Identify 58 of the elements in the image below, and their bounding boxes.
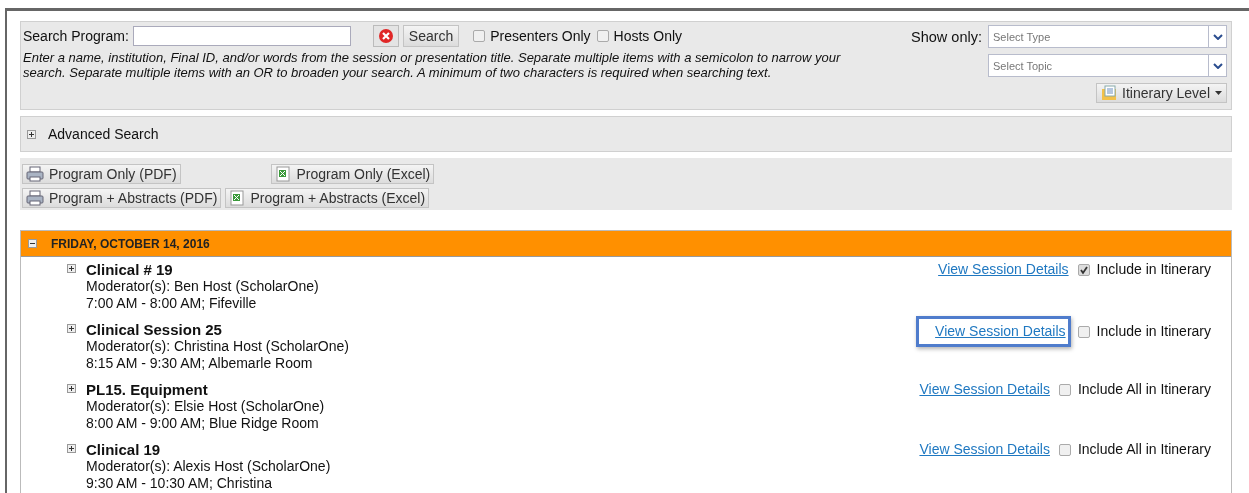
checkbox[interactable] bbox=[1077, 325, 1090, 338]
search-button[interactable]: Search bbox=[402, 25, 460, 47]
chevron-down-icon bbox=[1212, 33, 1223, 40]
checkbox[interactable] bbox=[1058, 443, 1071, 456]
expand-icon[interactable] bbox=[67, 264, 76, 273]
printer-icon bbox=[26, 189, 44, 206]
view-details-link[interactable]: View Session Details bbox=[916, 316, 1071, 347]
spreadsheet-icon bbox=[275, 166, 292, 182]
include-label: Include All in Itinerary bbox=[1077, 441, 1211, 458]
search-field[interactable] bbox=[132, 26, 351, 46]
checkbox[interactable] bbox=[596, 30, 609, 42]
session-time: 8:00 AM - 9:00 AM; Blue Ridge Room bbox=[86, 415, 320, 432]
expand-icon[interactable] bbox=[27, 129, 36, 139]
clear-icon bbox=[377, 28, 394, 44]
advanced-search-label[interactable]: Advanced Search bbox=[48, 126, 159, 142]
expand-icon[interactable] bbox=[67, 324, 76, 333]
expand-icon[interactable] bbox=[67, 384, 76, 393]
select-field[interactable]: Select Topic bbox=[988, 54, 1227, 77]
expand-icon[interactable] bbox=[67, 444, 76, 453]
export-button[interactable]: Program Only (PDF) bbox=[22, 164, 181, 184]
show-only-label: Show only: bbox=[911, 28, 982, 45]
session-moderators: Moderator(s): Alexis Host (ScholarOne) bbox=[86, 458, 332, 475]
include-label: Include All in Itinerary bbox=[1077, 381, 1211, 398]
export-button[interactable]: Program Only (Excel) bbox=[271, 164, 435, 184]
view-details-link[interactable]: View Session Details bbox=[936, 261, 1071, 278]
itinerary-level-button[interactable]: Itinerary Level bbox=[1096, 83, 1227, 103]
session-time: 7:00 AM - 8:00 AM; Fifeville bbox=[86, 295, 258, 312]
session-title: Clinical Session 25 bbox=[86, 321, 223, 338]
day-title: FRIDAY, OCTOBER 14, 2016 bbox=[51, 236, 210, 251]
collapse-icon[interactable] bbox=[28, 239, 37, 248]
session-time: 9:30 AM - 10:30 AM; Christina bbox=[86, 475, 273, 492]
view-details-link[interactable]: View Session Details bbox=[917, 381, 1052, 398]
select-field[interactable]: Select Type bbox=[988, 25, 1227, 48]
spreadsheet-icon bbox=[229, 189, 246, 206]
checkbox[interactable] bbox=[473, 30, 486, 42]
folder-icon bbox=[1101, 85, 1118, 101]
printer-icon bbox=[26, 166, 44, 182]
session-title: PL15. Equipment bbox=[86, 381, 209, 398]
caret-icon bbox=[1215, 91, 1222, 95]
export-button[interactable]: Program + Abstracts (Excel) bbox=[225, 187, 430, 208]
session-time: 8:15 AM - 9:30 AM; Albemarle Room bbox=[86, 355, 314, 372]
session-title: Clinical 19 bbox=[86, 441, 162, 458]
include-label: Include in Itinerary bbox=[1096, 323, 1211, 340]
export-button[interactable]: Program + Abstracts (PDF) bbox=[22, 187, 222, 208]
checkbox[interactable] bbox=[1058, 383, 1071, 396]
session-moderators: Moderator(s): Ben Host (ScholarOne) bbox=[86, 278, 320, 295]
include-label: Include in Itinerary bbox=[1096, 261, 1211, 278]
session-title: Clinical # 19 bbox=[86, 261, 174, 278]
chevron-down-icon bbox=[1212, 62, 1223, 69]
session-moderators: Moderator(s): Christina Host (ScholarOne) bbox=[86, 338, 350, 355]
checkbox[interactable] bbox=[1077, 263, 1090, 276]
clear-button[interactable] bbox=[372, 25, 399, 47]
search-help-text: Enter a name, institution, Final ID, and/or words from the session or presentation title. Separate multiple items with a semicolon to narrow your search. Separate multiple items with an OR to broaden your search. A minimum of two characters is required when searching text. bbox=[23, 50, 842, 80]
search-label: Search Program: bbox=[23, 28, 129, 44]
view-details-link[interactable]: View Session Details bbox=[917, 441, 1052, 458]
filter-label: Presenters Only bbox=[490, 28, 591, 44]
filter-label: Hosts Only bbox=[613, 28, 683, 44]
session-moderators: Moderator(s): Elsie Host (ScholarOne) bbox=[86, 398, 326, 415]
